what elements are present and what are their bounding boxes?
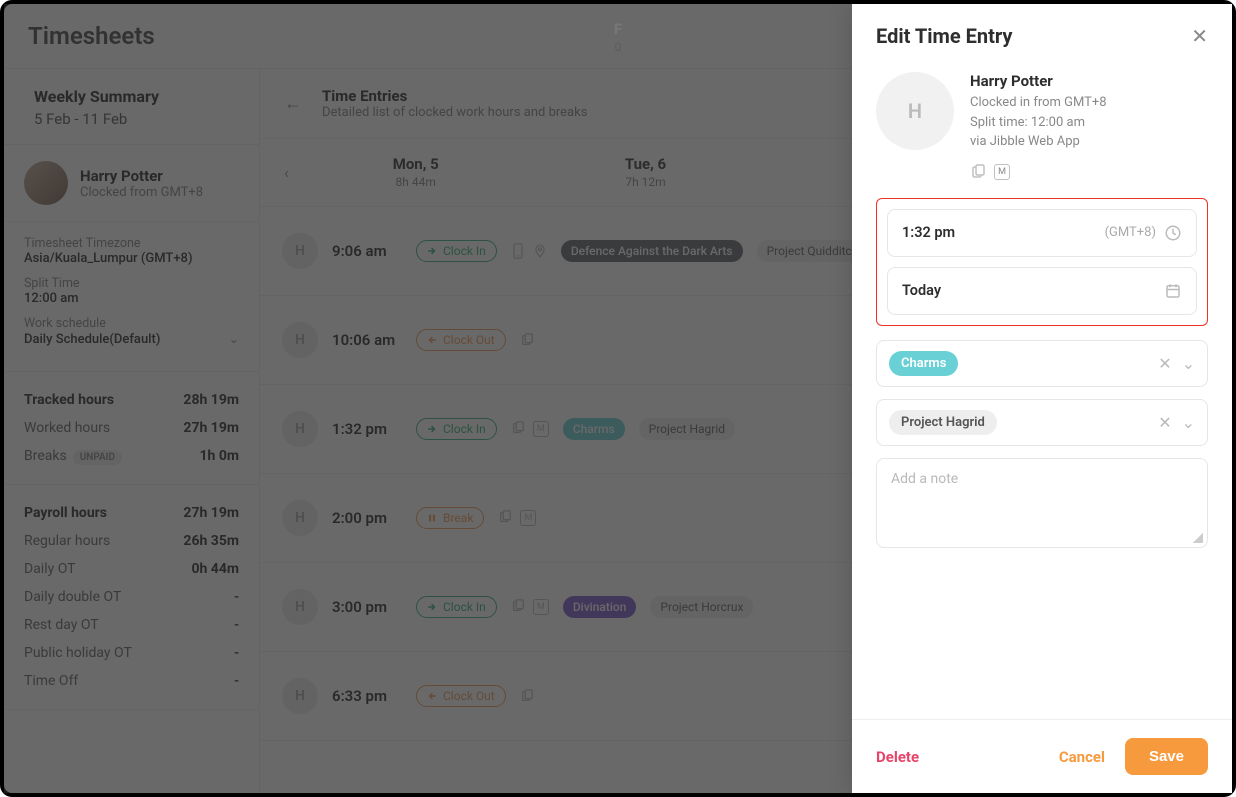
panel-user-line2: Split time: 12:00 am — [970, 113, 1107, 133]
calendar-icon — [1164, 282, 1182, 300]
cancel-button[interactable]: Cancel — [1059, 748, 1105, 766]
chevron-down-icon[interactable]: ⌄ — [1182, 354, 1195, 373]
activity-field[interactable]: Charms ✕ ⌄ — [876, 340, 1208, 387]
m-badge-icon: M — [994, 164, 1010, 180]
tz-chip: (GMT+8) — [1105, 225, 1156, 240]
date-value: Today — [902, 282, 941, 299]
panel-user-line1: Clocked in from GMT+8 — [970, 93, 1107, 113]
edit-panel: Edit Time Entry ✕ H Harry Potter Clocked… — [852, 4, 1232, 793]
clear-icon[interactable]: ✕ — [1158, 413, 1171, 432]
activity-tag: Charms — [889, 351, 958, 376]
panel-title: Edit Time Entry — [876, 24, 1012, 48]
save-button[interactable]: Save — [1125, 738, 1208, 775]
chevron-down-icon[interactable]: ⌄ — [1182, 413, 1195, 432]
note-input[interactable]: Add a note — [876, 458, 1208, 548]
panel-avatar: H — [876, 72, 954, 150]
panel-user-name: Harry Potter — [970, 72, 1107, 90]
time-fields-highlight: 1:32 pm (GMT+8) Today — [876, 198, 1208, 326]
delete-button[interactable]: Delete — [876, 748, 919, 766]
clock-icon — [1164, 224, 1182, 242]
copy-icon — [970, 164, 986, 180]
panel-user-line3: via Jibble Web App — [970, 132, 1107, 152]
project-tag: Project Hagrid — [889, 410, 997, 435]
time-value: 1:32 pm — [902, 224, 955, 241]
close-icon[interactable]: ✕ — [1191, 24, 1208, 48]
clear-icon[interactable]: ✕ — [1158, 354, 1171, 373]
time-field[interactable]: 1:32 pm (GMT+8) — [887, 209, 1197, 257]
project-field[interactable]: Project Hagrid ✕ ⌄ — [876, 399, 1208, 446]
date-field[interactable]: Today — [887, 267, 1197, 315]
